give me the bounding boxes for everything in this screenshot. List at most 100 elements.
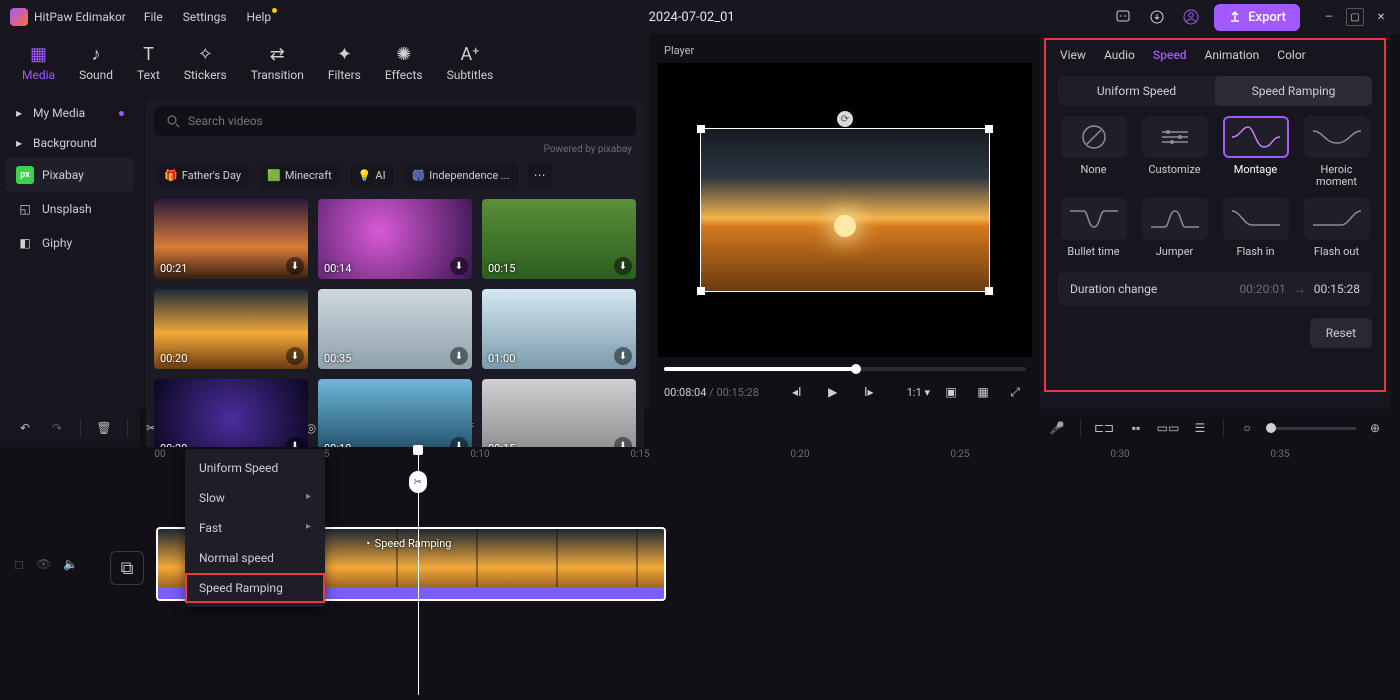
tab-sound[interactable]: ♪Sound bbox=[67, 40, 125, 86]
download-thumb-icon[interactable]: ⬇ bbox=[450, 347, 468, 365]
window-maximize-icon[interactable]: ▢ bbox=[1346, 8, 1364, 26]
undo-icon[interactable]: ↶ bbox=[12, 415, 38, 441]
menu-uniform-speed[interactable]: Uniform Speed bbox=[185, 453, 325, 483]
resize-handle[interactable] bbox=[985, 125, 993, 133]
inspector-tab-audio[interactable]: Audio bbox=[1104, 48, 1135, 62]
menu-speed-ramping[interactable]: Speed Ramping bbox=[185, 573, 325, 603]
tab-transition[interactable]: ⇄Transition bbox=[239, 40, 316, 86]
zoom-in-icon[interactable]: ⊕ bbox=[1362, 415, 1388, 441]
rotate-handle-icon[interactable]: ⟳ bbox=[837, 111, 853, 127]
playhead[interactable] bbox=[418, 447, 419, 695]
resize-handle[interactable] bbox=[985, 287, 993, 295]
timeline[interactable]: 00 0:05 0:10 0:15 0:20 0:25 0:30 0:35 Un… bbox=[0, 447, 1400, 695]
inspector-tab-color[interactable]: Color bbox=[1277, 48, 1305, 62]
preset-flashin[interactable]: Flash in bbox=[1220, 198, 1291, 258]
inspector-tab-animation[interactable]: Animation bbox=[1205, 48, 1260, 62]
source-unsplash[interactable]: ◱Unsplash bbox=[6, 192, 134, 226]
tag-fathers-day[interactable]: 🎁 Father's Day bbox=[156, 165, 249, 186]
time-ruler[interactable]: 00 0:05 0:10 0:15 0:20 0:25 0:30 0:35 bbox=[150, 447, 1400, 467]
menu-normal-speed[interactable]: Normal speed bbox=[185, 543, 325, 573]
lock-track-icon[interactable]: ◻ bbox=[14, 557, 24, 571]
delete-icon[interactable]: 🗑 bbox=[91, 415, 117, 441]
tag-independence[interactable]: 🎆 Independence ... bbox=[404, 165, 518, 186]
zoom-out-icon[interactable]: ○ bbox=[1234, 415, 1260, 441]
redo-icon[interactable]: ↷ bbox=[44, 415, 70, 441]
player-fit-menu[interactable]: 1:1 ▾ bbox=[907, 386, 930, 399]
search-input[interactable] bbox=[188, 114, 624, 128]
preset-jumper[interactable]: Jumper bbox=[1139, 198, 1210, 258]
add-media-button[interactable]: ⧉ bbox=[110, 551, 144, 585]
tab-stickers[interactable]: ✧Stickers bbox=[172, 40, 239, 86]
media-thumb[interactable]: 00:21⬇ bbox=[154, 199, 308, 279]
snap-icon[interactable]: ⊏⊐ bbox=[1091, 415, 1117, 441]
resize-handle[interactable] bbox=[697, 125, 705, 133]
resize-handle[interactable] bbox=[697, 287, 705, 295]
selection-frame[interactable]: ⟳ bbox=[700, 128, 990, 292]
search-input-row[interactable] bbox=[154, 106, 636, 136]
play-icon[interactable]: ▶ bbox=[822, 381, 844, 403]
preset-heroic[interactable]: Heroic moment bbox=[1301, 116, 1372, 188]
preset-customize[interactable]: Customize bbox=[1139, 116, 1210, 188]
menu-help[interactable]: Help bbox=[247, 10, 272, 24]
preset-bullet[interactable]: Bullet time bbox=[1058, 198, 1129, 258]
media-thumb[interactable]: 01:00⬇ bbox=[482, 289, 636, 369]
source-pixabay[interactable]: pxPixabay bbox=[6, 158, 134, 192]
media-thumb[interactable]: 00:15⬇ bbox=[482, 199, 636, 279]
scrubber-knob[interactable] bbox=[851, 364, 861, 374]
tab-filters[interactable]: ✦Filters bbox=[316, 40, 373, 86]
download-thumb-icon[interactable]: ⬇ bbox=[450, 257, 468, 275]
prev-frame-icon[interactable]: ◂Ⅰ bbox=[786, 381, 808, 403]
window-minimize-icon[interactable]: — bbox=[1320, 8, 1338, 26]
download-thumb-icon[interactable]: ⬇ bbox=[614, 257, 632, 275]
next-frame-icon[interactable]: Ⅰ▸ bbox=[858, 381, 880, 403]
menu-settings[interactable]: Settings bbox=[183, 10, 227, 24]
inspector-tab-view[interactable]: View bbox=[1060, 48, 1086, 62]
download-thumb-icon[interactable]: ⬇ bbox=[286, 347, 304, 365]
account-icon[interactable] bbox=[1180, 6, 1202, 28]
inspector-tab-speed[interactable]: Speed bbox=[1153, 48, 1187, 62]
inspector-tabs: View Audio Speed Animation Color bbox=[1046, 38, 1384, 76]
tab-media[interactable]: ▦Media bbox=[10, 40, 67, 86]
reset-button[interactable]: Reset bbox=[1310, 318, 1372, 348]
tag-minecraft[interactable]: 🟩 Minecraft bbox=[259, 165, 340, 186]
menu-slow[interactable]: Slow▸ bbox=[185, 483, 325, 513]
tag-more-button[interactable]: ⋯ bbox=[528, 163, 552, 187]
uniform-speed-tab[interactable]: Uniform Speed bbox=[1058, 76, 1215, 106]
window-close-icon[interactable]: ✕ bbox=[1372, 8, 1390, 26]
tag-ai[interactable]: 💡 AI bbox=[350, 165, 394, 186]
visibility-icon[interactable]: 👁 bbox=[36, 557, 51, 571]
media-thumb[interactable]: 00:35⬇ bbox=[318, 289, 472, 369]
menu-fast[interactable]: Fast▸ bbox=[185, 513, 325, 543]
fullscreen-icon[interactable]: ⤢ bbox=[1004, 381, 1026, 403]
preset-montage[interactable]: Montage bbox=[1220, 116, 1291, 188]
snapshot-icon[interactable]: ▣ bbox=[940, 381, 962, 403]
source-giphy[interactable]: ◧Giphy bbox=[6, 226, 134, 260]
menu-file[interactable]: File bbox=[144, 10, 163, 24]
source-background[interactable]: ▸ Background bbox=[6, 128, 134, 158]
tab-effects[interactable]: ✺Effects bbox=[373, 40, 435, 86]
grid-icon[interactable]: ▦ bbox=[972, 381, 994, 403]
preview-stage[interactable]: ⟳ bbox=[658, 63, 1032, 357]
media-thumb[interactable]: 00:14⬇ bbox=[318, 199, 472, 279]
mute-icon[interactable]: 🔈 bbox=[63, 557, 78, 571]
marker-icon[interactable]: ▪▪ bbox=[1123, 415, 1149, 441]
playhead-cut-icon[interactable] bbox=[409, 471, 427, 493]
media-thumb[interactable]: 00:20⬇ bbox=[154, 289, 308, 369]
track-options-icon[interactable]: ☰ bbox=[1187, 415, 1213, 441]
zoom-slider[interactable] bbox=[1266, 427, 1356, 430]
speed-ramping-tab[interactable]: Speed Ramping bbox=[1215, 76, 1372, 106]
preset-flashout[interactable]: Flash out bbox=[1301, 198, 1372, 258]
download-thumb-icon[interactable]: ⬇ bbox=[614, 347, 632, 365]
tab-subtitles[interactable]: A⁺Subtitles bbox=[435, 40, 506, 86]
download-icon[interactable] bbox=[1146, 6, 1168, 28]
feedback-icon[interactable] bbox=[1112, 6, 1134, 28]
preset-none[interactable]: None bbox=[1058, 116, 1129, 188]
mic-icon[interactable]: 🎤 bbox=[1044, 415, 1070, 441]
player-scrubber[interactable] bbox=[664, 367, 1026, 371]
source-my-media[interactable]: ▸ My Media bbox=[6, 98, 134, 128]
tab-text[interactable]: TText bbox=[125, 40, 172, 86]
download-thumb-icon[interactable]: ⬇ bbox=[286, 257, 304, 275]
export-button[interactable]: Export bbox=[1214, 4, 1300, 31]
link-icon[interactable]: ▭▭ bbox=[1155, 415, 1181, 441]
zoom-knob[interactable] bbox=[1266, 423, 1276, 433]
